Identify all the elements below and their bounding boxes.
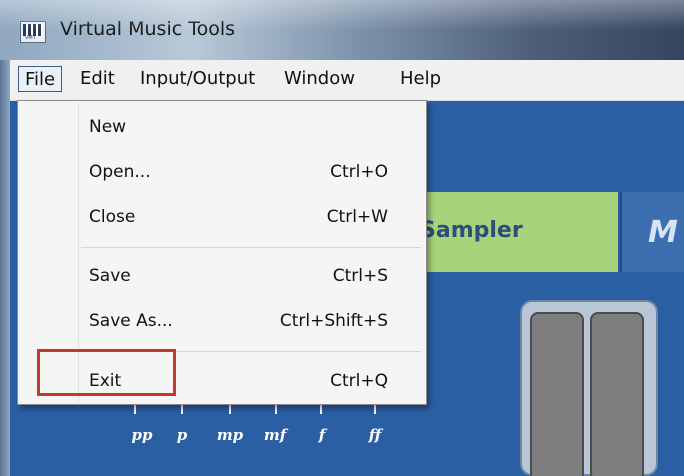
screenshot-frame: VMT Virtual Music Tools File Edit Input/… [0,0,684,476]
dynamics-scale: pp p mp mf f ff [125,404,395,464]
window-left-border [0,60,10,476]
menu-help[interactable]: Help [394,66,447,92]
menu-separator [81,247,421,248]
menu-item-shortcut: Ctrl+Shift+S [279,311,388,331]
dynamics-tick [374,404,376,414]
dynamics-label-ff: ff [368,426,382,444]
sampler-pad-right[interactable] [590,312,644,476]
menu-item-new[interactable]: New [18,110,426,146]
menu-window[interactable]: Window [278,66,361,92]
exit-highlight-box [37,349,176,396]
dynamics-tick [320,404,322,414]
menu-input-output[interactable]: Input/Output [134,66,261,92]
dynamics-label-mf: mf [263,426,287,444]
dynamics-tick [134,404,136,414]
menu-item-label: Close [89,207,136,227]
menu-edit[interactable]: Edit [74,66,121,92]
menu-item-save[interactable]: Save Ctrl+S [18,259,426,295]
dynamics-tick [275,404,277,414]
menu-item-label: Save As... [89,311,173,331]
menu-item-close[interactable]: Close Ctrl+W [18,200,426,236]
menu-item-label: Open... [89,162,151,182]
menu-item-label: Save [89,266,131,286]
dynamics-tick [229,404,231,414]
dynamics-label-mp: mp [216,426,244,444]
title-bar: VMT Virtual Music Tools [0,0,684,60]
dynamics-tick [181,404,183,414]
menu-bar: File Edit Input/Output Window Help [10,60,684,101]
sampler-label: Sampler [420,218,523,243]
menu-item-shortcut: Ctrl+Q [330,371,388,391]
pad-panel [520,300,658,476]
window-title: Virtual Music Tools [60,18,236,40]
sampler-pad-left[interactable] [530,312,584,476]
menu-item-shortcut: Ctrl+W [326,207,388,227]
menu-item-shortcut: Ctrl+S [332,266,388,286]
menu-file[interactable]: File [18,66,63,92]
app-piano-icon: VMT [20,21,46,43]
menu-item-open[interactable]: Open... Ctrl+O [18,155,426,191]
dynamics-label-pp: pp [131,426,153,444]
dynamics-label-p: p [176,426,188,444]
menu-item-save-as[interactable]: Save As... Ctrl+Shift+S [18,304,426,340]
menu-item-shortcut: Ctrl+O [330,162,388,182]
dynamics-label-f: f [318,426,326,444]
metronome-logo-icon: M [648,215,678,250]
menu-item-label: New [89,117,127,137]
app-icon-sublabel: VMT [25,35,36,41]
